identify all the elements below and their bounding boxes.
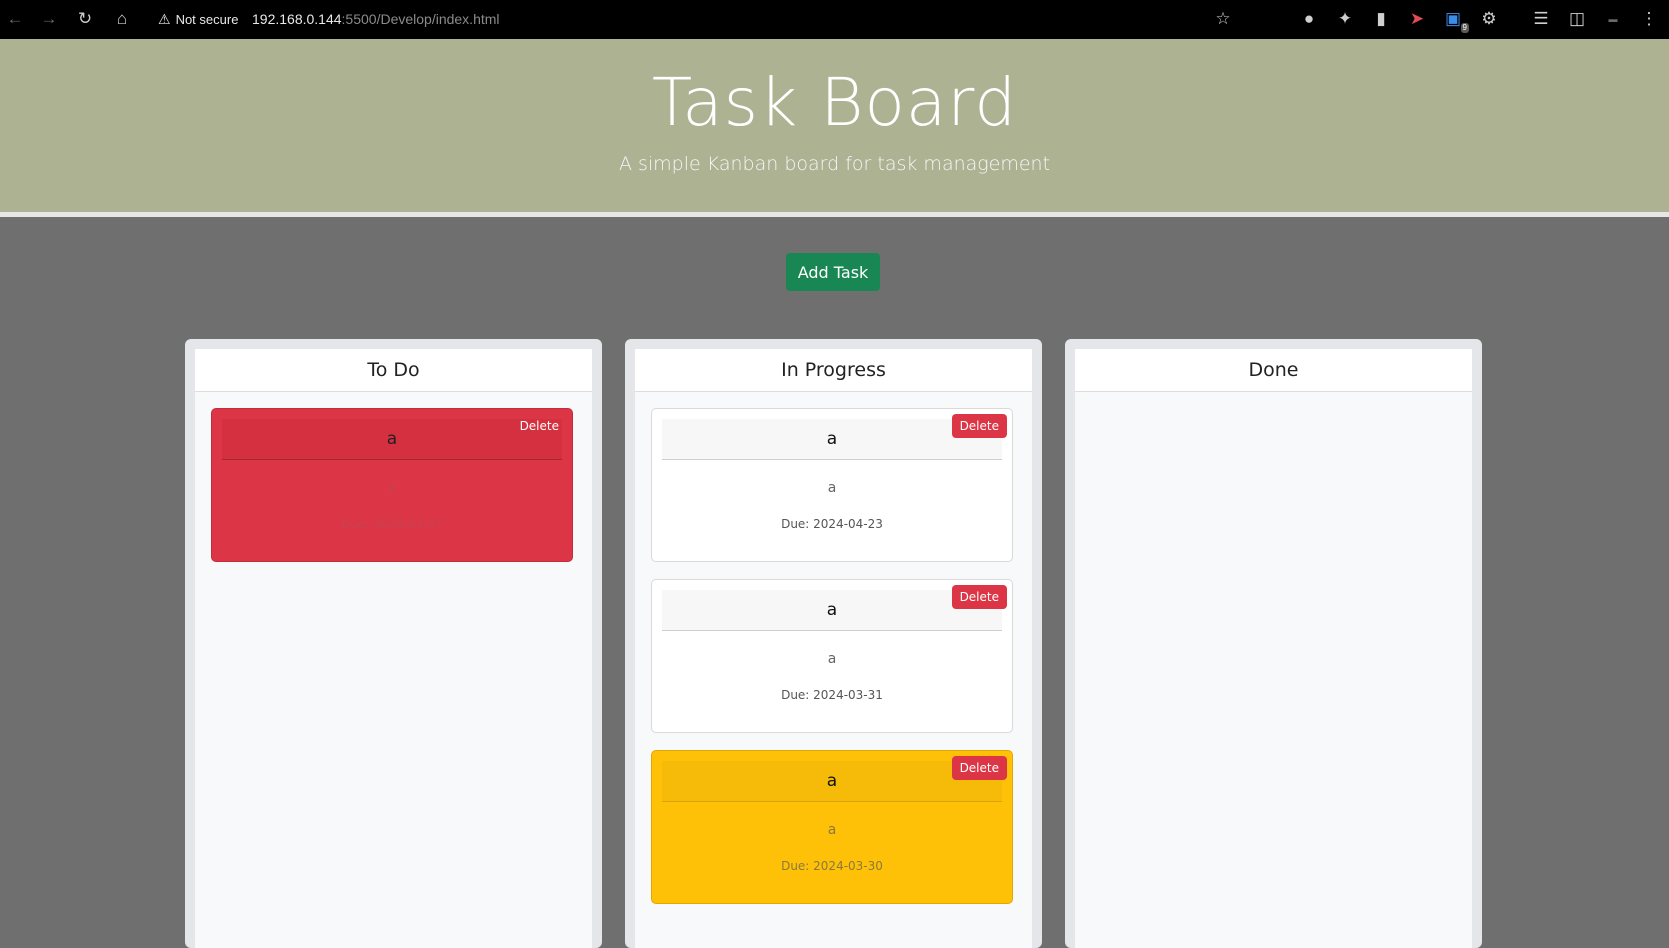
lane-body[interactable]: Delete a a Due: 2024-04-23 Delete a a Du… — [635, 392, 1032, 937]
delete-button[interactable]: Delete — [951, 585, 1007, 609]
extension-badge-icon[interactable]: ▣ 9 — [1441, 7, 1469, 33]
task-description: a — [387, 480, 397, 496]
extension-g-icon[interactable]: ● — [1297, 7, 1321, 31]
task-due-date: Due: 2024-03-27 — [341, 517, 443, 531]
page-subtitle: A simple Kanban board for task managemen… — [618, 153, 1051, 175]
task-description: a — [827, 822, 837, 838]
task-description: a — [827, 651, 837, 667]
lane-body[interactable]: Delete a a Due: 2024-03-27 — [195, 392, 592, 595]
lane-title: In Progress — [635, 349, 1032, 392]
url-host: 192.168.0.144 — [252, 11, 342, 27]
task-due-date: Due: 2024-03-30 — [781, 859, 883, 873]
add-task-button[interactable]: Add Task — [786, 253, 880, 291]
page-title: Task Board — [651, 64, 1018, 141]
security-label: Not secure — [175, 11, 239, 27]
forward-icon[interactable]: → — [37, 7, 61, 31]
lane-title: Done — [1075, 349, 1472, 392]
side-panel-icon[interactable]: ◫ — [1565, 7, 1589, 31]
reading-list-icon[interactable]: ☰ — [1529, 7, 1553, 31]
security-indicator[interactable]: ⚠ Not secure — [158, 8, 238, 30]
menu-kebab-icon[interactable]: ⋮ — [1637, 7, 1661, 31]
page-header: Task Board A simple Kanban board for tas… — [0, 39, 1669, 217]
extensions-puzzle-icon[interactable]: ⚙ — [1477, 7, 1501, 31]
delete-button[interactable]: Delete — [951, 756, 1007, 780]
browser-toolbar: ← → ↻ ⌂ ⚠ Not secure 192.168.0.144:5500/… — [0, 0, 1669, 39]
lane-body[interactable] — [1075, 392, 1472, 424]
task-card[interactable]: Delete a a Due: 2024-04-23 — [651, 408, 1013, 562]
task-card[interactable]: Delete a a Due: 2024-03-30 — [651, 750, 1013, 904]
delete-button[interactable]: Delete — [951, 414, 1007, 438]
profile-icon[interactable]: ▬ — [1601, 7, 1625, 31]
warning-icon: ⚠ — [158, 10, 171, 27]
reload-icon[interactable]: ↻ — [73, 7, 97, 31]
url-path: :5500/Develop/index.html — [341, 11, 500, 27]
delete-button[interactable]: Delete — [512, 414, 567, 438]
extension-s-icon[interactable]: ✦ — [1333, 7, 1357, 31]
lane-in-progress: In Progress Delete a a Due: 2024-04-23 D… — [625, 339, 1042, 948]
task-due-date: Due: 2024-03-31 — [781, 688, 883, 702]
address-bar[interactable]: 192.168.0.144:5500/Develop/index.html — [252, 8, 500, 30]
extension-count-badge: 9 — [1460, 23, 1469, 33]
task-card[interactable]: Delete a a Due: 2024-03-31 — [651, 579, 1013, 733]
task-card[interactable]: Delete a a Due: 2024-03-27 — [211, 408, 573, 562]
task-description: a — [827, 480, 837, 496]
back-icon[interactable]: ← — [3, 7, 27, 31]
home-icon[interactable]: ⌂ — [110, 7, 134, 31]
lane-done: Done — [1065, 339, 1482, 948]
extension-arrow-icon[interactable]: ➤ — [1405, 7, 1429, 31]
task-due-date: Due: 2024-04-23 — [781, 517, 883, 531]
lane-title: To Do — [195, 349, 592, 392]
bookmark-star-icon[interactable]: ☆ — [1211, 7, 1235, 31]
bookmark-icon[interactable]: ▮ — [1369, 7, 1393, 31]
lane-todo: To Do Delete a a Due: 2024-03-27 — [185, 339, 602, 948]
